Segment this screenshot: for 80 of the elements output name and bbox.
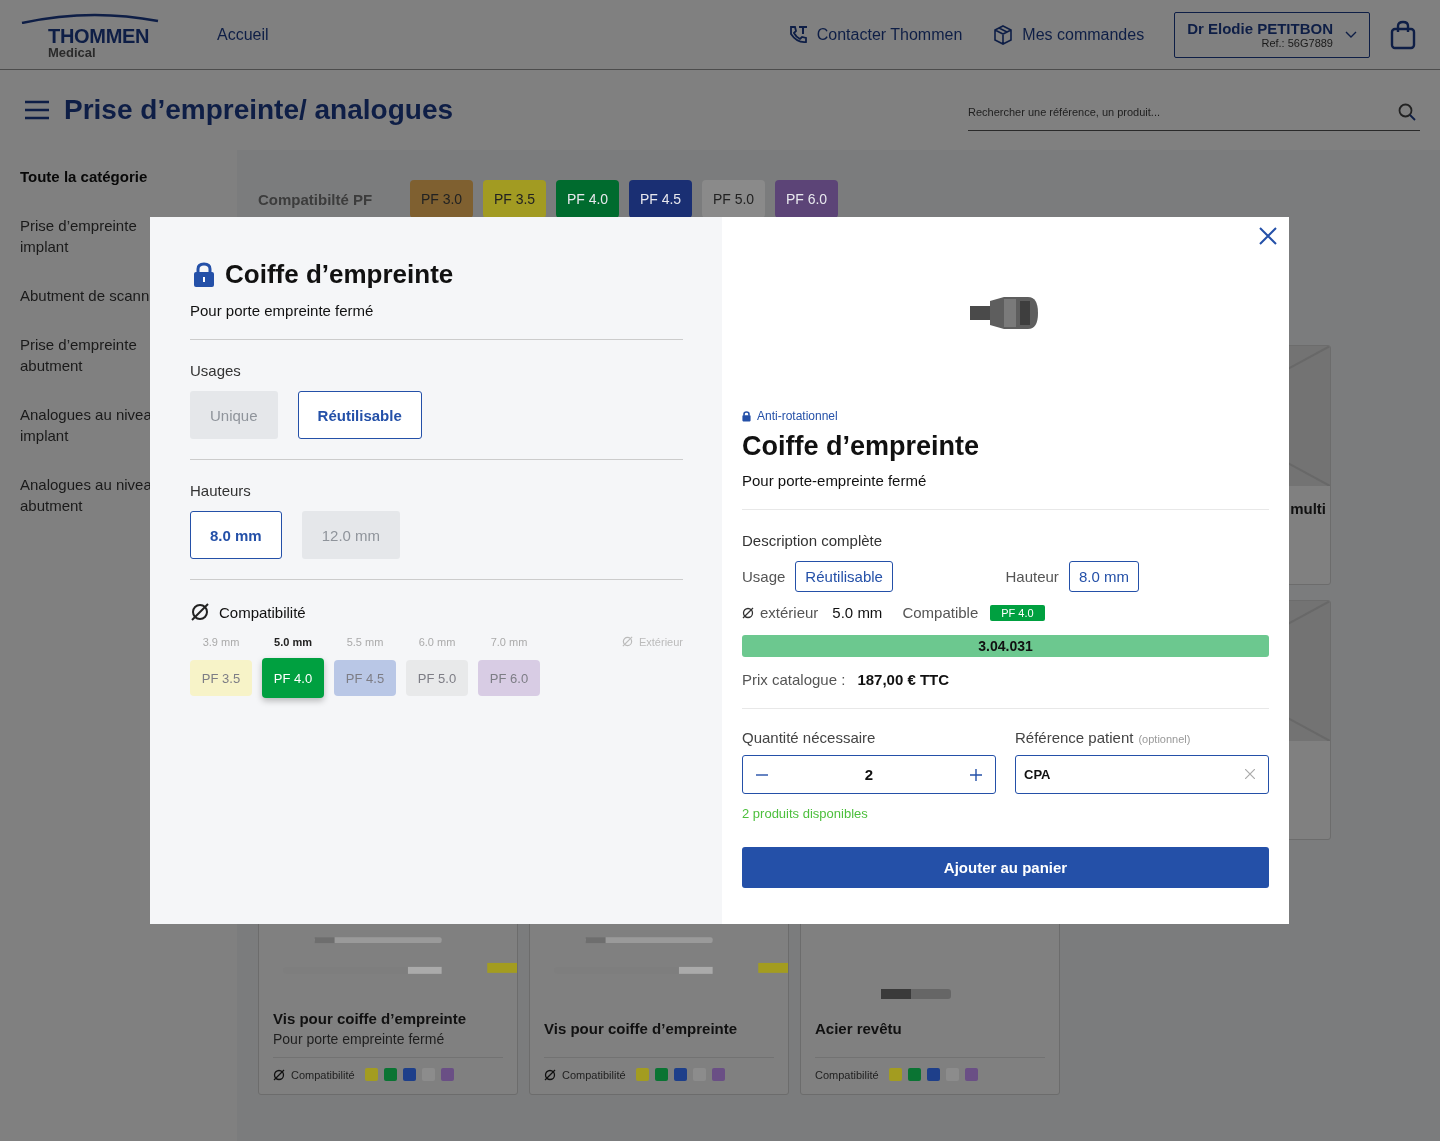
- product-title: Vis pour coiffe d’empreinte: [544, 1019, 739, 1037]
- chevron-down-icon: [1345, 30, 1357, 39]
- filter-chip[interactable]: PF 4.0: [556, 180, 619, 218]
- search-field[interactable]: Rechercher une référence, un produit...: [968, 93, 1420, 131]
- plus-icon[interactable]: [970, 768, 982, 781]
- filter-chip[interactable]: PF 6.0: [775, 180, 838, 218]
- platform-badge: PF 4.0: [990, 604, 1045, 621]
- patient-reference-field[interactable]: CPA: [1015, 755, 1269, 794]
- box-icon: [992, 23, 1015, 46]
- spec-label: Usage: [742, 568, 786, 585]
- spec-value: Réutilisable: [795, 561, 893, 592]
- product-title: Vis pour coiffe d’empreinte: [273, 1009, 468, 1027]
- lock-icon: [742, 410, 751, 422]
- spec-label: Compatible: [902, 604, 979, 621]
- diameter-icon: [190, 602, 210, 622]
- option-button[interactable]: 8.0 mm: [190, 511, 282, 559]
- shopping-bag-icon[interactable]: [1390, 19, 1416, 50]
- swoosh-icon: [20, 12, 160, 24]
- diameter-value: 5.0 mm: [274, 636, 312, 648]
- logo-sub: Medical: [48, 46, 96, 59]
- clear-icon[interactable]: [1245, 769, 1255, 779]
- exterior-label: Extérieur: [621, 636, 683, 698]
- quantity-value: 2: [864, 766, 874, 783]
- add-to-cart-button[interactable]: Ajouter au panier: [742, 847, 1269, 888]
- diameter-value: 3.9 mm: [202, 636, 240, 648]
- menu-icon[interactable]: [24, 100, 50, 120]
- product-title: Coiffe d’empreinte: [742, 431, 981, 462]
- option-group-label: Hauteurs: [190, 482, 252, 499]
- diameter-value: 6.0 mm: [418, 636, 456, 648]
- field-label: Quantité nécessaire: [742, 729, 877, 746]
- availability-text: 2 produits disponibles: [742, 806, 869, 821]
- product-subtitle: Pour porte-empreinte fermé: [742, 472, 928, 489]
- close-icon: [1259, 227, 1277, 245]
- filter-chip[interactable]: PF 4.5: [629, 180, 692, 218]
- filter-chip[interactable]: PF 5.0: [702, 180, 765, 218]
- price-label: Prix catalogue :: [742, 671, 846, 688]
- option-button[interactable]: Réutilisable: [297, 391, 422, 439]
- compatibility-label: Compatibilité: [562, 1068, 626, 1081]
- diameter-value: 7.0 mm: [490, 636, 528, 648]
- platform-chip[interactable]: PF 6.0: [478, 660, 540, 696]
- diameter-icon: [621, 636, 633, 647]
- platform-chip[interactable]: PF 4.0: [262, 658, 324, 698]
- close-button[interactable]: [1259, 227, 1277, 245]
- price: 187,00 € TTC: [857, 671, 950, 688]
- spec-label: Hauteur: [1005, 568, 1059, 585]
- feature-tag: Anti-rotationnel: [742, 409, 1269, 423]
- platform-chip[interactable]: PF 3.5: [190, 660, 252, 696]
- product-title: Acier revêtu: [815, 1019, 903, 1037]
- spec-label: extérieur: [760, 604, 819, 621]
- diameter-icon: [742, 606, 754, 619]
- search-icon[interactable]: [1398, 103, 1416, 121]
- product-title: multi: [1290, 500, 1326, 517]
- compatibility-label: Compatibilité: [219, 603, 306, 621]
- page-title: Prise d’empreinte/ analogues: [64, 94, 454, 126]
- optional-hint: (optionnel): [1138, 733, 1191, 745]
- filter-chip[interactable]: PF 3.0: [410, 180, 473, 218]
- quantity-stepper[interactable]: 2: [742, 755, 996, 794]
- platform-chip[interactable]: PF 5.0: [406, 660, 468, 696]
- logo[interactable]: THOMMEN Medical: [20, 10, 180, 59]
- field-label: Référence patient: [1015, 729, 1134, 746]
- product-subtitle: Pour porte empreinte fermé: [273, 1030, 446, 1047]
- account-button[interactable]: Dr Elodie PETITBON Ref.: 56G7889: [1174, 11, 1370, 58]
- header-link[interactable]: Contacter Thommen: [786, 23, 963, 46]
- dialog-title: Coiffe d’empreinte: [225, 259, 454, 290]
- section-label: Description complète: [742, 532, 884, 549]
- filter-chip[interactable]: PF 3.5: [483, 180, 546, 218]
- dialog-subtitle: Pour porte empreinte fermé: [190, 302, 375, 319]
- diameter-value: 5.5 mm: [346, 636, 384, 648]
- logo-name: THOMMEN: [48, 26, 150, 46]
- spec-value: 5.0 mm: [832, 604, 883, 621]
- nav-link[interactable]: Accueil: [217, 25, 269, 44]
- lock-icon: [193, 261, 215, 288]
- platform-chip[interactable]: PF 4.5: [334, 660, 396, 696]
- spec-value: 8.0 mm: [1068, 561, 1139, 592]
- option-group-label: Usages: [190, 362, 242, 379]
- compatibility-label: Compatibilité: [815, 1068, 879, 1081]
- reference-bar: 3.04.031: [742, 635, 1269, 657]
- header-link[interactable]: Mes commandes: [992, 23, 1145, 46]
- filter-label: Compatibilté PF: [258, 190, 374, 208]
- compatibility-label: Compatibilité: [291, 1068, 355, 1081]
